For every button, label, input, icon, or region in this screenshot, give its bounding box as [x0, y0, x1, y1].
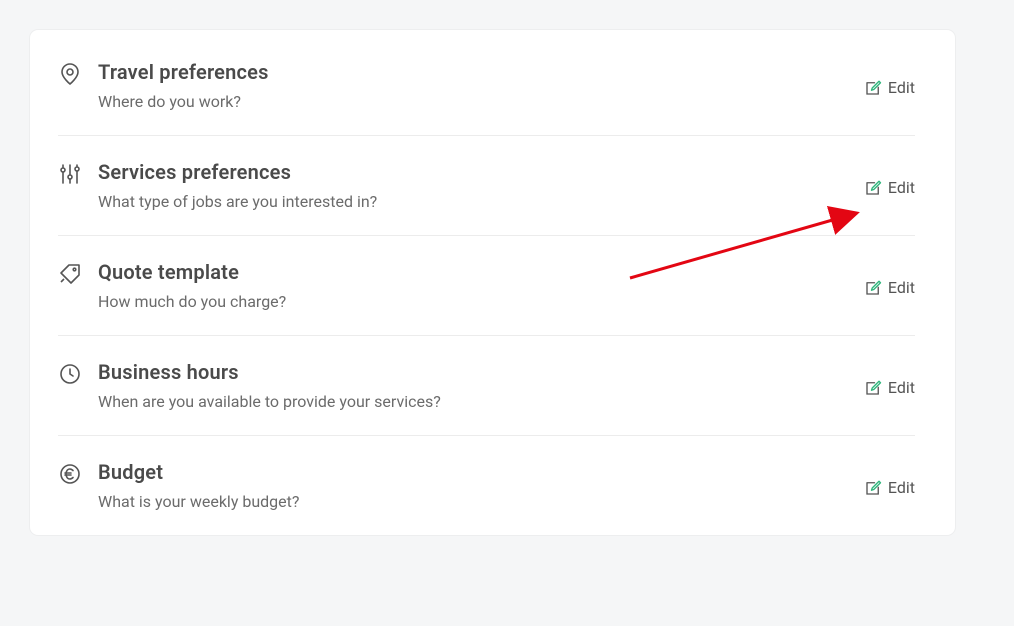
- row-subtitle: Where do you work?: [98, 92, 864, 111]
- row-title: Budget: [98, 460, 864, 484]
- edit-icon: [864, 79, 882, 97]
- edit-label: Edit: [888, 78, 915, 97]
- edit-label: Edit: [888, 478, 915, 497]
- settings-card: Travel preferences Where do you work? Ed…: [30, 30, 955, 535]
- row-travel: Travel preferences Where do you work? Ed…: [58, 60, 915, 135]
- edit-button-services[interactable]: Edit: [864, 178, 915, 197]
- row-title: Business hours: [98, 360, 864, 384]
- sliders-icon: [58, 160, 98, 186]
- edit-icon: [864, 179, 882, 197]
- euro-icon: [58, 460, 98, 486]
- row-title: Services preferences: [98, 160, 864, 184]
- row-quote: Quote template How much do you charge? E…: [58, 235, 915, 335]
- edit-icon: [864, 379, 882, 397]
- edit-button-quote[interactable]: Edit: [864, 278, 915, 297]
- edit-button-hours[interactable]: Edit: [864, 378, 915, 397]
- row-subtitle: What is your weekly budget?: [98, 492, 864, 511]
- edit-label: Edit: [888, 378, 915, 397]
- row-title: Travel preferences: [98, 60, 864, 84]
- row-services: Services preferences What type of jobs a…: [58, 135, 915, 235]
- location-pin-icon: [58, 60, 98, 86]
- row-title: Quote template: [98, 260, 864, 284]
- row-subtitle: What type of jobs are you interested in?: [98, 192, 864, 211]
- edit-button-budget[interactable]: Edit: [864, 478, 915, 497]
- edit-label: Edit: [888, 178, 915, 197]
- price-tag-icon: [58, 260, 98, 286]
- edit-label: Edit: [888, 278, 915, 297]
- edit-icon: [864, 479, 882, 497]
- edit-button-travel[interactable]: Edit: [864, 78, 915, 97]
- clock-icon: [58, 360, 98, 386]
- row-hours: Business hours When are you available to…: [58, 335, 915, 435]
- row-subtitle: How much do you charge?: [98, 292, 864, 311]
- edit-icon: [864, 279, 882, 297]
- row-budget: Budget What is your weekly budget? Edit: [58, 435, 915, 535]
- row-subtitle: When are you available to provide your s…: [98, 392, 864, 411]
